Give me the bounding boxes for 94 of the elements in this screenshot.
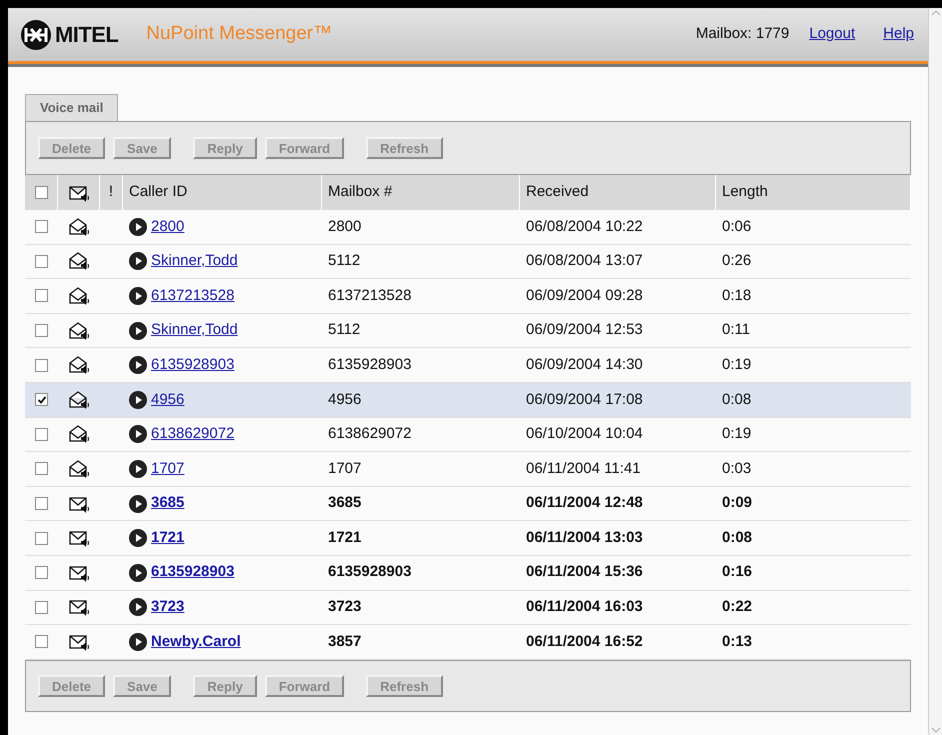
table-cell-text: 06/11/2004 12:48 xyxy=(526,493,643,514)
column-header[interactable]: Length xyxy=(716,175,911,210)
checkbox[interactable] xyxy=(35,600,48,614)
table-cell-text: 06/11/2004 13:03 xyxy=(526,528,643,548)
scroll-down-icon[interactable] xyxy=(930,725,940,735)
caller-link[interactable]: 2800 xyxy=(151,216,184,238)
table-cell-text: 0:11 xyxy=(722,320,750,340)
play-icon[interactable] xyxy=(129,529,147,548)
table-cell-text: 06/09/2004 09:28 xyxy=(526,286,643,306)
tab[interactable]: Voice mail xyxy=(25,94,118,121)
table-cell-text: 0:06 xyxy=(722,216,752,237)
table-cell-text: 1707 xyxy=(328,458,362,479)
table-cell-text: 0:09 xyxy=(722,493,752,514)
table-cell-text: 6135928903 xyxy=(328,354,412,375)
product-title: NuPoint Messenger™ xyxy=(146,22,332,46)
checkbox[interactable] xyxy=(35,393,48,406)
table-cell-text: 06/08/2004 13:07 xyxy=(526,251,643,272)
caller-link[interactable]: 6137213528 xyxy=(151,284,234,308)
table-cell-text: 06/11/2004 11:41 xyxy=(526,458,641,479)
play-icon[interactable] xyxy=(129,390,147,409)
table-cell-text: 1721 xyxy=(328,528,362,548)
caller-link[interactable]: 1721 xyxy=(151,526,184,550)
scroll-up-icon[interactable] xyxy=(930,8,940,18)
table-cell-text: 0:22 xyxy=(722,597,752,618)
table-cell-text: 0:26 xyxy=(722,251,752,272)
table-cell-text: 06/09/2004 14:30 xyxy=(526,354,643,375)
play-icon[interactable] xyxy=(129,460,147,478)
table-cell-text: 06/11/2004 16:52 xyxy=(526,632,643,652)
header-link[interactable]: Logout xyxy=(809,23,856,46)
table-cell-text: 0:19 xyxy=(722,424,752,444)
logo-icon xyxy=(20,18,52,50)
column-header[interactable]: Received xyxy=(520,175,716,210)
checkbox[interactable] xyxy=(35,428,48,441)
caller-link[interactable]: 3685 xyxy=(151,492,184,515)
caller-link[interactable]: 6135928903 xyxy=(151,561,234,584)
play-icon[interactable] xyxy=(129,632,147,651)
table-cell-text: 06/11/2004 16:03 xyxy=(526,597,643,618)
table-cell-text: 0:18 xyxy=(722,286,752,306)
column-header[interactable]: ! xyxy=(100,175,123,210)
table-cell-text: 06/08/2004 10:22 xyxy=(526,216,643,237)
play-icon[interactable] xyxy=(129,494,147,513)
checkbox[interactable] xyxy=(35,289,48,302)
play-icon[interactable] xyxy=(129,252,147,270)
checkbox[interactable] xyxy=(35,566,48,580)
checkbox[interactable] xyxy=(35,497,48,510)
scrollbar[interactable] xyxy=(928,8,942,735)
caller-link[interactable]: 4956 xyxy=(151,388,184,412)
caller-link[interactable]: Newby.Carol xyxy=(151,630,241,654)
checkbox[interactable] xyxy=(35,358,48,372)
play-icon[interactable] xyxy=(129,286,147,305)
caller-link[interactable]: Skinner,Todd xyxy=(151,250,238,273)
play-icon[interactable] xyxy=(129,425,147,444)
checkbox[interactable] xyxy=(35,254,48,268)
checkbox[interactable] xyxy=(35,324,48,338)
caller-link[interactable]: 6135928903 xyxy=(151,354,234,376)
table-cell-text: 06/10/2004 10:04 xyxy=(526,424,643,444)
caller-link[interactable]: 6138629072 xyxy=(151,423,234,446)
table-cell-text: 06/09/2004 12:53 xyxy=(526,320,643,340)
checkbox[interactable] xyxy=(34,186,48,199)
table-cell-text: 3685 xyxy=(328,493,362,514)
checkbox[interactable] xyxy=(35,532,48,545)
checkbox[interactable] xyxy=(35,220,48,234)
play-icon[interactable] xyxy=(129,598,147,616)
play-icon[interactable] xyxy=(129,218,147,236)
play-icon[interactable] xyxy=(129,356,147,374)
table-cell-text: 5112 xyxy=(328,320,360,340)
table-cell-text: 6137213528 xyxy=(328,286,412,306)
caller-link[interactable]: 3723 xyxy=(151,596,184,619)
table-cell-text: 06/09/2004 17:08 xyxy=(526,390,643,410)
caller-link[interactable]: 1707 xyxy=(151,458,184,480)
table-cell-text: 2800 xyxy=(328,216,362,237)
play-icon[interactable] xyxy=(129,564,147,582)
column-header[interactable]: Mailbox # xyxy=(322,175,520,210)
header-link[interactable]: Help xyxy=(883,23,914,46)
mailbox-label: Mailbox: 1779 xyxy=(696,24,790,44)
table-cell-text: 3857 xyxy=(328,632,362,652)
table-cell-text: 06/11/2004 15:36 xyxy=(526,562,643,582)
table-cell-text: 4956 xyxy=(328,390,362,410)
logo-text: MITEL xyxy=(55,21,118,49)
caller-link[interactable]: Skinner,Todd xyxy=(151,319,238,342)
table-cell-text: 6138629072 xyxy=(328,424,412,444)
checkbox[interactable] xyxy=(35,635,48,648)
table-cell-text: 0:13 xyxy=(722,632,752,652)
checkbox[interactable] xyxy=(35,462,48,476)
table-cell-text: 0:08 xyxy=(722,390,752,410)
table-cell-text: 0:08 xyxy=(722,528,752,548)
table-cell-text: 0:19 xyxy=(722,354,752,375)
table-cell-text: 3723 xyxy=(328,597,362,618)
play-icon[interactable] xyxy=(129,322,147,340)
table-cell-text: 0:03 xyxy=(722,458,752,479)
column-header[interactable]: Caller ID xyxy=(123,175,322,210)
table-cell-text: 6135928903 xyxy=(328,562,412,582)
table-cell-text: 0:16 xyxy=(722,562,752,582)
table-cell-text: 5112 xyxy=(328,251,360,272)
